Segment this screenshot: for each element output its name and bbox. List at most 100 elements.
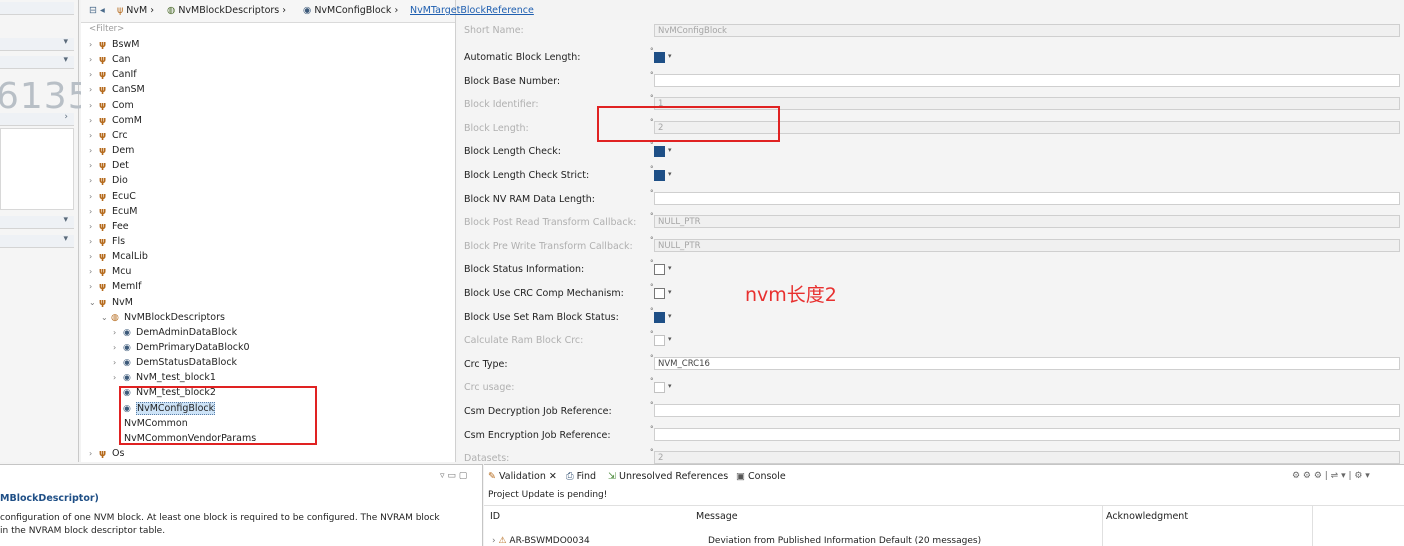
sidebar-row[interactable]: ▾ [0,55,74,69]
expand-toggle-icon[interactable]: › [89,158,99,173]
breadcrumb-nav-icon[interactable]: ⊟ ◂ [89,5,105,16]
property-checkbox[interactable] [654,170,665,181]
property-field[interactable] [654,427,1400,441]
tree-item-ecuc[interactable]: › ψ EcuC [89,189,136,204]
chevron-down-icon[interactable]: ▾ [668,264,672,272]
expand-toggle-icon[interactable]: › [89,37,99,52]
column-header-acknowledgment[interactable]: Acknowledgment [1106,511,1188,522]
tree-item-mcallib[interactable]: › ψ McalLib [89,249,148,264]
expand-toggle-icon[interactable]: › [89,173,99,188]
panel-controls-icon[interactable]: ▿ ▭ ▢ [440,471,467,481]
expand-toggle-icon[interactable]: › [89,189,99,204]
tree-item-crc[interactable]: › ψ Crc [89,128,128,143]
tree-item-comm[interactable]: › ψ ComM [89,113,142,128]
default-marker-icon: ° [650,188,654,197]
property-field[interactable] [654,73,1400,87]
column-header-message[interactable]: Message [696,511,738,522]
sidebar-row[interactable] [0,2,74,15]
property-field[interactable] [654,191,1400,205]
tree-item-block[interactable]: › ◉ DemPrimaryDataBlock0 [113,340,250,355]
tree-item-nvm-block-descriptors[interactable]: ⌄ ◍ NvMBlockDescriptors [101,310,225,325]
expand-toggle-icon[interactable]: › [89,264,99,279]
tree-item-block[interactable]: › ◉ NvM_test_block1 [113,370,216,385]
sidebar-row[interactable]: ▾ [0,234,74,248]
chevron-down-icon[interactable]: ▾ [668,170,672,178]
chevron-down-icon[interactable]: ▾ [63,215,68,225]
toolbar-icons[interactable]: ⚙ ⚙ ⚙ | ⇌ ▾ | ⚙ ▾ [1292,471,1370,481]
tree-item-can[interactable]: › ψ Can [89,52,130,67]
tree-item-canif[interactable]: › ψ CanIf [89,67,137,82]
breadcrumb-item-current[interactable]: NvMTargetBlockReference [410,5,534,16]
property-checkbox[interactable] [654,146,665,158]
chevron-down-icon[interactable]: ▾ [668,52,672,60]
sidebar-row[interactable]: ▾ [0,215,74,229]
tree-item-block[interactable]: › ◉ DemStatusDataBlock [113,355,237,370]
default-marker-icon: ° [650,165,654,173]
expand-toggle-icon[interactable]: › [89,279,99,294]
column-divider [1312,505,1313,546]
tree-filter-input[interactable]: <Filter> [89,24,124,34]
breadcrumb-item[interactable]: ◉ NvMConfigBlock › [303,5,398,16]
chevron-down-icon[interactable]: ▾ [63,234,68,244]
property-checkbox[interactable] [654,288,665,299]
tab-unresolved-references[interactable]: ⇲ Unresolved References [608,471,728,482]
tree-item-fls[interactable]: › ψ Fls [89,234,125,249]
block-icon: ◉ [303,5,315,16]
chevron-down-icon[interactable]: ▾ [668,382,672,390]
tree-item-det[interactable]: › ψ Det [89,158,129,173]
tree-item-os[interactable]: › ψ Os [89,446,124,461]
expand-toggle-icon[interactable]: › [89,143,99,158]
expand-toggle-icon[interactable]: › [89,249,99,264]
property-checkbox[interactable] [654,311,665,323]
tree-item-memif[interactable]: › ψ MemIf [89,279,141,294]
expand-toggle-icon[interactable]: › [113,370,123,385]
tree-item-dem[interactable]: › ψ Dem [89,143,134,158]
expand-toggle-icon[interactable]: ⌄ [101,310,111,325]
annotation-box-tree [119,386,317,445]
tree-item-dio[interactable]: › ψ Dio [89,173,128,188]
tree-item-com[interactable]: › ψ Com [89,98,134,113]
expand-toggle-icon[interactable]: › [89,67,99,82]
tab-validation[interactable]: ✎ Validation ✕ [488,471,557,482]
expand-toggle-icon[interactable]: › [89,52,99,67]
tree-item-fee[interactable]: › ψ Fee [89,219,129,234]
breadcrumb-item[interactable]: ψ NvM › [117,5,154,16]
tree-item-cansm[interactable]: › ψ CanSM [89,82,145,97]
expand-toggle-icon[interactable]: › [113,325,123,340]
expand-toggle-icon[interactable]: › [89,82,99,97]
property-field[interactable]: NVM_CRC16 [654,356,1400,370]
column-header-id[interactable]: ID [490,511,500,522]
tree-item-block[interactable]: › ◉ DemAdminDataBlock [113,325,237,340]
expand-toggle-icon[interactable]: › [89,98,99,113]
chevron-down-icon[interactable]: ▾ [63,55,68,65]
expand-toggle-icon[interactable]: › [89,234,99,249]
tree-item-nvm[interactable]: ⌄ ψ NvM [89,295,133,310]
expand-toggle-icon[interactable]: ⌄ [89,295,99,310]
properties-panel: Short Name: NvMConfigBlock Automatic Blo… [458,20,1404,465]
sidebar-row[interactable]: ▾ [0,37,74,51]
property-checkbox[interactable] [654,52,665,63]
property-checkbox[interactable] [654,264,665,276]
expand-toggle-icon[interactable]: › [113,340,123,355]
expand-toggle-icon[interactable]: › [89,204,99,219]
tree-item-mcu[interactable]: › ψ Mcu [89,264,131,279]
tree-item-label: EcuC [112,190,136,202]
chevron-down-icon[interactable]: ▾ [668,146,672,154]
expand-toggle-icon[interactable]: › [89,219,99,234]
expand-toggle-icon[interactable]: › [113,355,123,370]
module-icon: ψ [99,115,107,126]
chevron-down-icon[interactable]: ▾ [668,312,672,320]
tab-find[interactable]: ⎙ Find [566,471,596,482]
tree-item-ecum[interactable]: › ψ EcuM [89,204,137,219]
expand-toggle-icon[interactable]: › [89,113,99,128]
breadcrumb-item[interactable]: ◍ NvMBlockDescriptors › [167,5,286,16]
tab-console[interactable]: ▣ Console [736,471,786,482]
expand-toggle-icon[interactable]: › [89,128,99,143]
tree-item-bswm[interactable]: › ψ BswM [89,37,139,52]
chevron-down-icon[interactable]: ▾ [63,37,68,47]
chevron-down-icon[interactable]: ▾ [668,335,672,343]
short-name-field[interactable]: NvMConfigBlock [654,24,1400,37]
expand-toggle-icon[interactable]: › [89,446,99,461]
chevron-down-icon[interactable]: ▾ [668,288,672,296]
property-field[interactable] [654,404,1400,417]
